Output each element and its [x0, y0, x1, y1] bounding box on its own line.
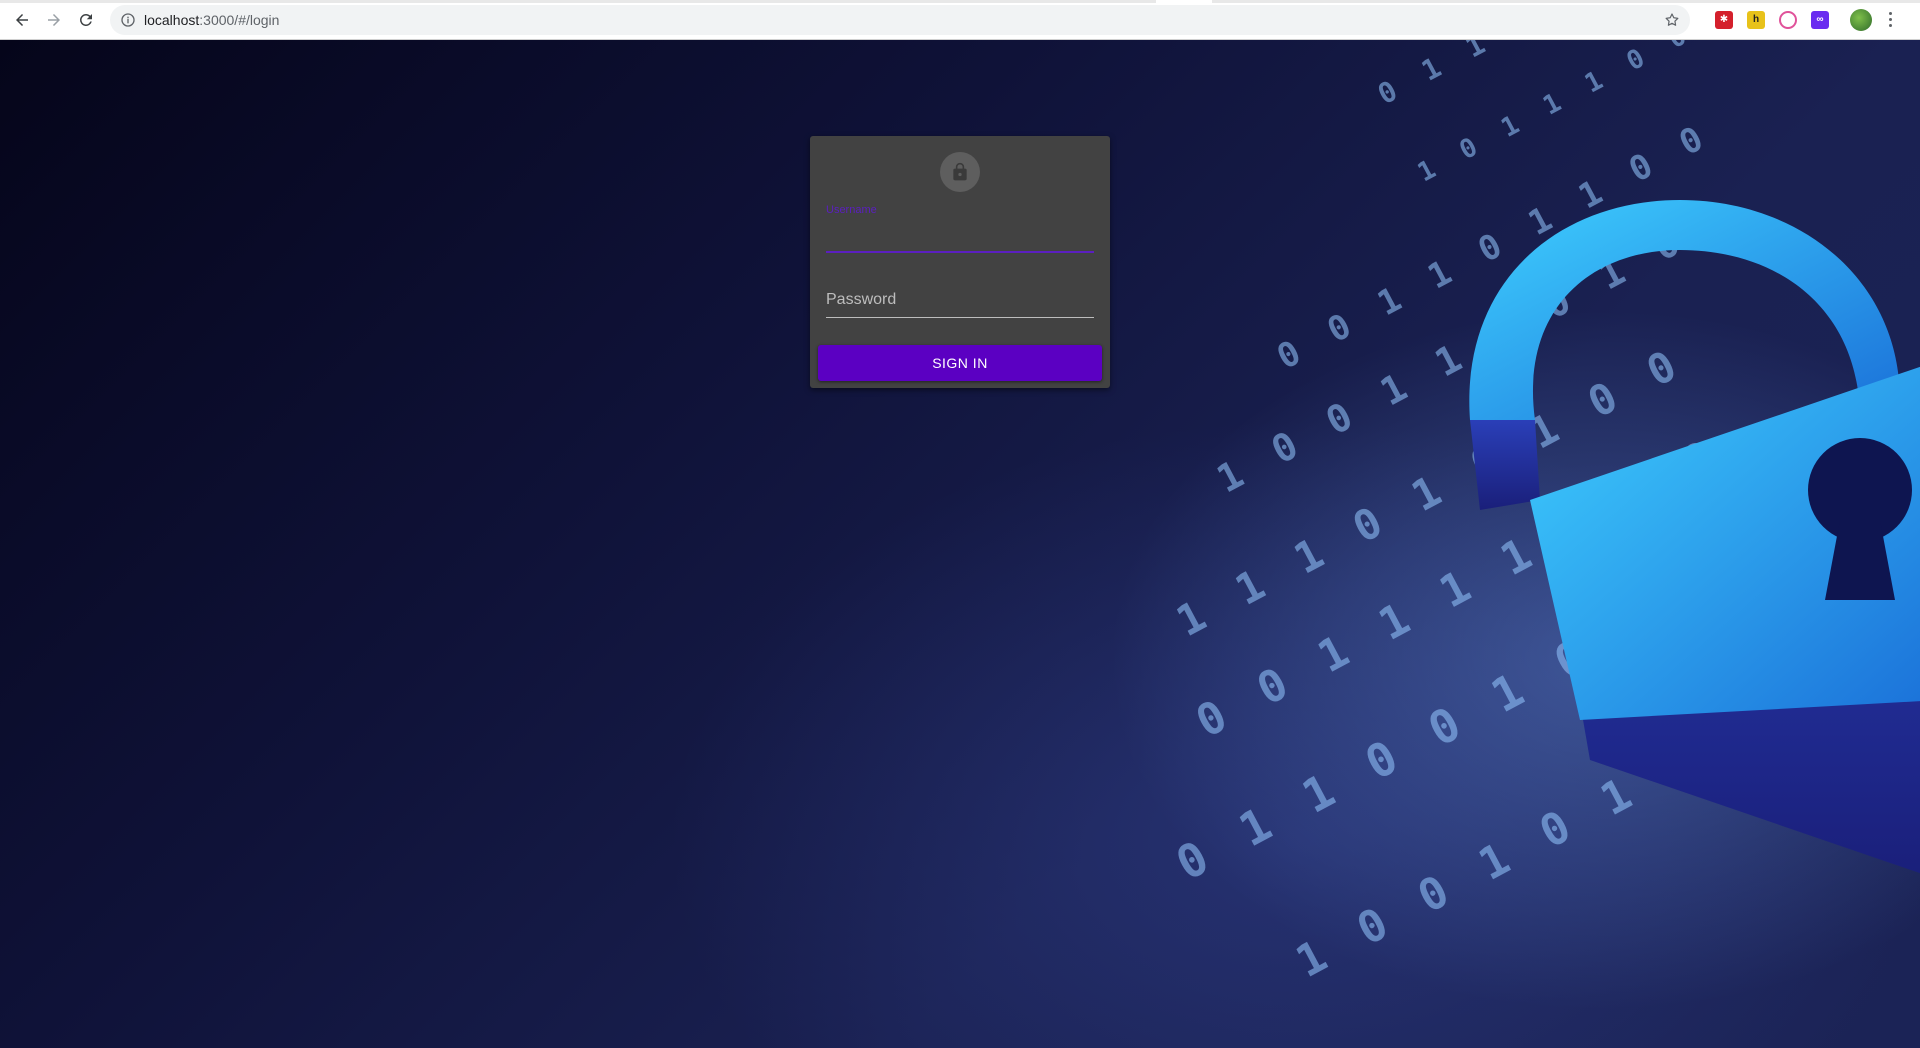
yellow-extension-icon[interactable]: h [1747, 10, 1765, 29]
reload-button[interactable] [72, 6, 100, 34]
back-button[interactable] [8, 6, 36, 34]
extensions-area: ✱ h ∞ [1708, 10, 1836, 29]
purple-extension-icon[interactable]: ∞ [1811, 10, 1829, 29]
browser-toolbar: localhost:3000/#/login ✱ h ∞ [0, 0, 1920, 40]
username-label: Username [826, 204, 877, 216]
password-underline [826, 317, 1094, 318]
site-info-icon[interactable] [120, 12, 136, 28]
lock-icon [953, 162, 967, 181]
url-text: localhost:3000/#/login [144, 11, 280, 28]
more-menu-icon[interactable] [1882, 9, 1898, 31]
profile-avatar[interactable] [1850, 8, 1872, 31]
lock-avatar [940, 152, 980, 192]
sign-in-button[interactable]: SIGN IN [818, 345, 1102, 381]
address-bar[interactable]: localhost:3000/#/login [110, 4, 1690, 35]
bookmark-star-icon[interactable] [1664, 12, 1680, 28]
forward-arrow-icon [48, 13, 60, 26]
back-arrow-icon [16, 13, 28, 26]
padlock-graphic [1469, 200, 1920, 874]
password-input[interactable] [826, 284, 1094, 316]
username-underline [826, 251, 1094, 253]
reload-icon [79, 13, 92, 26]
red-extension-icon[interactable]: ✱ [1715, 10, 1733, 29]
tab-strip-edge [0, 0, 1920, 3]
username-field: Username [826, 204, 1094, 256]
login-form-card: Username SIGN IN [810, 136, 1110, 388]
pink-extension-icon[interactable] [1779, 10, 1797, 29]
forward-button[interactable] [40, 6, 68, 34]
password-field [826, 284, 1094, 320]
username-input[interactable] [826, 218, 1094, 250]
